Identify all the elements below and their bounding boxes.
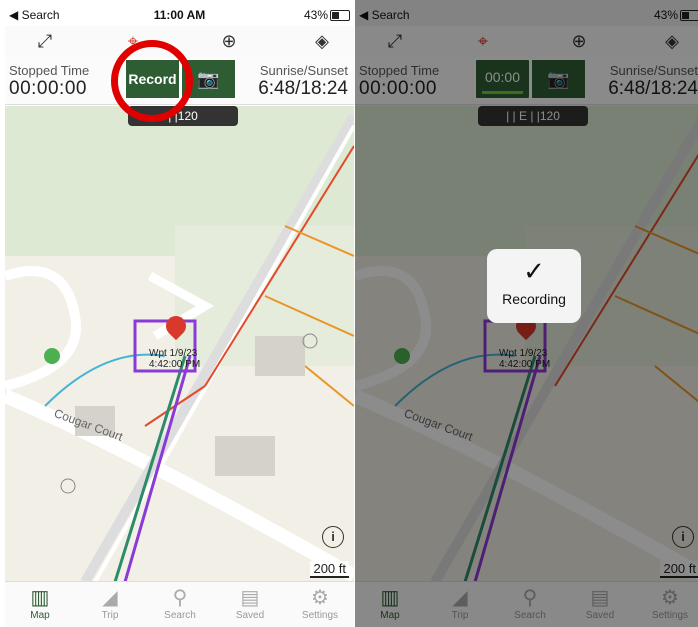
- sun-value: 6:48/18:24: [258, 78, 348, 99]
- sun-label: Sunrise/Sunset: [259, 63, 348, 78]
- tab-label: Saved: [235, 610, 265, 621]
- screen-recording: ◀ Search 43% ⤢ ⌖ ⊕ ◈ Stopped Time 00:00:…: [355, 0, 698, 627]
- tab-label: Settings: [301, 610, 339, 621]
- tab-map[interactable]: ▥ Map: [5, 586, 75, 621]
- layers-icon[interactable]: ◈: [310, 29, 334, 53]
- checkmark-icon: ✓: [523, 256, 545, 286]
- map-graphics: [5, 106, 354, 582]
- info-icon[interactable]: i: [322, 526, 344, 548]
- tab-label: Trip: [101, 610, 119, 621]
- folder-icon: ▤: [240, 587, 260, 609]
- recording-toast: ✓ Recording: [487, 249, 581, 323]
- stopped-time-value: 00:00:00: [9, 78, 87, 99]
- tab-label: Search: [164, 610, 196, 621]
- status-right: 43%: [304, 8, 350, 22]
- search-icon: ⚲: [172, 587, 188, 609]
- chart-icon: ◢: [102, 587, 118, 609]
- expand-icon[interactable]: ⤢: [33, 29, 57, 53]
- stopped-time-label: Stopped Time: [9, 63, 90, 78]
- sunrise-sunset: Sunrise/Sunset 6:48/18:24: [258, 63, 348, 100]
- waypoint-label: Wpt 1/9/23 4:42:00 PM: [149, 348, 201, 370]
- screen-before-record: ◀ Search 11:00 AM 43% ⤢ ⌖ ⊕ ◈ Stopped Ti…: [5, 0, 354, 627]
- status-time: 11:00 AM: [153, 8, 206, 22]
- tab-settings[interactable]: ⚙ Settings: [285, 586, 354, 621]
- stopped-time: Stopped Time 00:00:00: [9, 63, 89, 100]
- toast-label: Recording: [502, 291, 566, 307]
- map-view[interactable]: | |120 Wpt 1/9/23 4:42:00 PM Cougar Cour…: [5, 106, 354, 582]
- tab-search[interactable]: ⚲ Search: [145, 586, 215, 621]
- status-bar: ◀ Search 11:00 AM 43%: [5, 0, 354, 26]
- tab-bar: ▥ Map ◢ Trip ⚲ Search ▤ Saved ⚙ Settings: [5, 581, 354, 627]
- add-icon[interactable]: ⊕: [217, 29, 241, 53]
- record-highlight-circle: [111, 40, 193, 122]
- tab-label: Map: [30, 610, 50, 621]
- gear-icon: ⚙: [311, 587, 329, 609]
- camera-icon: 📷: [197, 69, 220, 89]
- tab-trip[interactable]: ◢ Trip: [75, 586, 145, 621]
- map-icon: ▥: [30, 587, 50, 609]
- battery-percent: 43%: [303, 8, 328, 22]
- tab-saved[interactable]: ▤ Saved: [215, 586, 285, 621]
- battery-icon: [330, 10, 350, 22]
- scale-bar: 200 ft: [310, 561, 349, 578]
